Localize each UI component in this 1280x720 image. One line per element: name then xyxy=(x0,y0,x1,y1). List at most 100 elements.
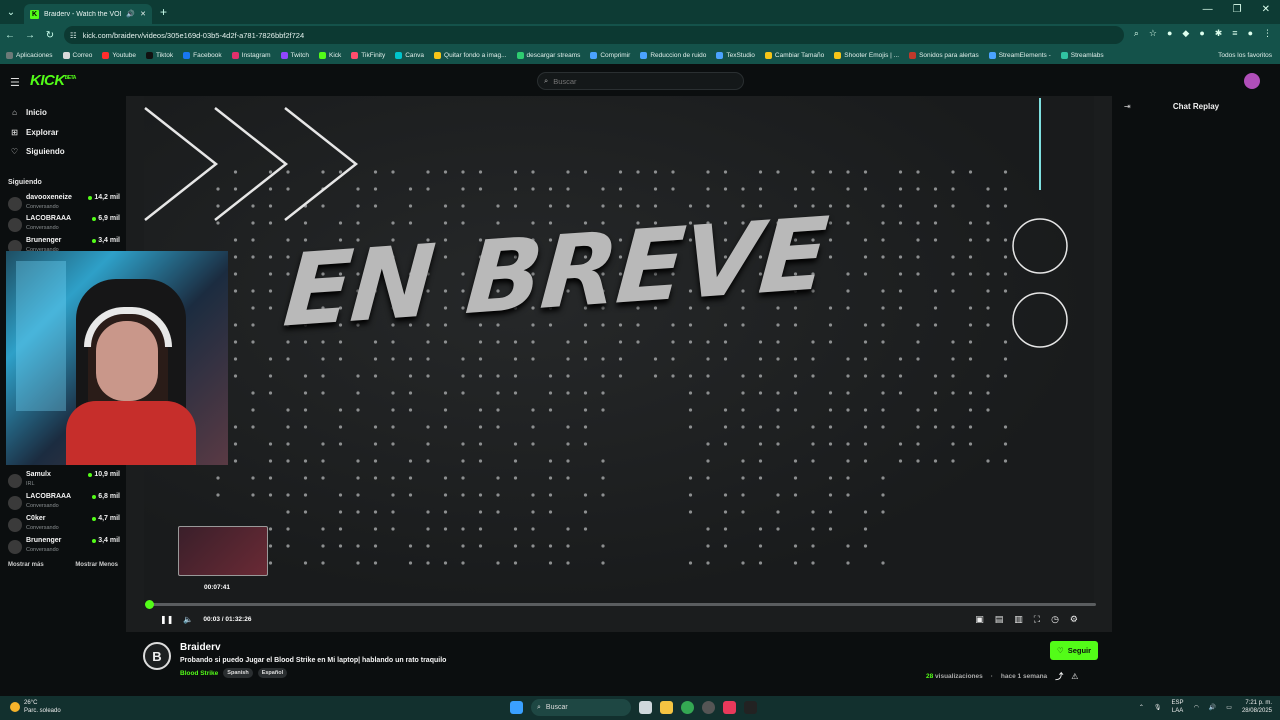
bookmark-item[interactable]: Aplicaciones xyxy=(6,51,53,59)
channel-item[interactable]: Brunenger Conversando 3,4 mil xyxy=(8,537,120,557)
all-bookmarks-folder[interactable]: Todos los favoritos xyxy=(1218,52,1272,59)
taskbar-search[interactable]: ⌕ Buscar xyxy=(531,699,631,716)
reload-icon[interactable]: ↻ xyxy=(40,30,60,41)
mic-icon[interactable]: 🎙 xyxy=(1154,704,1162,711)
pattern-dot xyxy=(268,255,273,259)
bookmark-item[interactable]: descargar streams xyxy=(516,51,580,59)
channel-item[interactable]: LACOBRAAA Conversando 6,8 mil xyxy=(8,493,120,513)
search-input[interactable] xyxy=(553,76,724,86)
playback-speed-icon[interactable]: ◷ xyxy=(1051,614,1059,625)
search-box[interactable]: ⌕ xyxy=(537,72,744,90)
show-less-link[interactable]: Mostrar Menos xyxy=(75,562,118,568)
bookmark-item[interactable]: Instagram xyxy=(231,51,271,59)
progress-bar[interactable] xyxy=(144,600,1096,609)
tray-chevron-icon[interactable]: ⌃ xyxy=(1139,704,1144,711)
bookmark-item[interactable]: Correo xyxy=(62,51,93,59)
extension-icon[interactable]: ◆ xyxy=(1182,28,1189,39)
bookmark-item[interactable]: Canva xyxy=(395,51,424,59)
bookmark-label: StreamElements - xyxy=(998,51,1051,59)
nav-inicio[interactable]: ⌂ Inicio xyxy=(10,108,47,117)
minimize-icon[interactable]: — xyxy=(1203,4,1213,15)
kick-logo[interactable]: KICKBETA xyxy=(30,72,76,89)
tag[interactable]: Español xyxy=(257,668,288,678)
show-more-link[interactable]: Mostrar más xyxy=(8,562,44,568)
url-field[interactable]: ☷ kick.com/braiderv/videos/305e169d-03b5… xyxy=(64,26,1124,44)
follow-button[interactable]: ♡ Seguir xyxy=(1050,641,1098,660)
zoom-icon[interactable]: ⌕ xyxy=(1134,28,1139,39)
channel-item[interactable]: LACOBRAAA Conversando 6,9 mil xyxy=(8,215,120,235)
forward-icon[interactable]: → xyxy=(20,30,40,41)
tab-search-icon[interactable]: ⌄ xyxy=(0,1,22,23)
bookmark-item[interactable]: Shooter Emojis | ... xyxy=(834,51,899,59)
bookmark-item[interactable]: Sonidos para alertas xyxy=(909,51,979,59)
progress-knob[interactable] xyxy=(144,600,154,609)
video-player[interactable]: EN BREVE 00:07:41 ❚❚ 🔈 00:03 / 01:32:26 … xyxy=(126,96,1112,632)
miniplayer-icon[interactable]: ▣ xyxy=(975,614,984,625)
clock[interactable]: 7:21 p. m. 28/08/2025 xyxy=(1242,699,1272,715)
bookmark-item[interactable]: Cambiar Tamaño xyxy=(764,51,824,59)
bookmark-item[interactable]: TikFinity xyxy=(351,51,385,59)
task-view-icon[interactable] xyxy=(639,701,652,714)
user-avatar[interactable] xyxy=(1244,73,1260,89)
chrome-icon[interactable] xyxy=(681,701,694,714)
bookmark-item[interactable]: Kick xyxy=(318,51,341,59)
extension-icon[interactable]: ● xyxy=(1199,28,1204,39)
media-icon[interactable]: ≡ xyxy=(1232,28,1237,39)
bookmark-star-icon[interactable]: ☆ xyxy=(1149,28,1157,39)
profile-icon[interactable]: ● xyxy=(1248,28,1253,39)
bookmark-label: Correo xyxy=(72,51,93,59)
obs-icon[interactable] xyxy=(744,701,757,714)
volume-icon[interactable]: 🔈 xyxy=(183,615,193,624)
report-icon[interactable]: ⚠ xyxy=(1071,672,1078,681)
channel-item[interactable]: C0ker Conversando 4,7 mil xyxy=(8,515,120,535)
extension-icon[interactable]: ● xyxy=(1167,28,1172,39)
channel-item[interactable]: Samulx IRL 10,9 mil xyxy=(8,471,120,491)
menu-kebab-icon[interactable]: ⋮ xyxy=(1263,28,1272,39)
settings-gear-icon[interactable]: ⚙ xyxy=(1070,614,1078,625)
close-window-icon[interactable]: ✕ xyxy=(1262,4,1270,15)
share-icon[interactable]: ⤴ xyxy=(1055,671,1063,682)
pattern-dot xyxy=(601,204,605,208)
back-icon[interactable]: ← xyxy=(0,30,20,41)
bookmark-item[interactable]: Comprimir xyxy=(590,51,630,59)
channel-avatar-large[interactable]: B xyxy=(143,642,171,670)
channel-name[interactable]: Braiderv xyxy=(180,642,221,653)
bookmark-item[interactable]: StreamElements - xyxy=(988,51,1051,59)
windows-start-icon[interactable] xyxy=(510,701,523,714)
category-link[interactable]: Blood Strike xyxy=(180,670,218,677)
bookmark-item[interactable]: Twitch xyxy=(280,51,309,59)
bookmark-item[interactable]: TexStudio xyxy=(716,51,755,59)
captions-icon[interactable]: ▥ xyxy=(1014,614,1023,625)
nav-explorar[interactable]: ⊞ Explorar xyxy=(10,128,58,137)
bookmark-item[interactable]: Youtube xyxy=(102,51,136,59)
weather-widget[interactable]: 26°C Parc. soleado xyxy=(10,699,61,715)
video-frame[interactable]: EN BREVE xyxy=(144,96,1094,604)
hamburger-menu-icon[interactable]: ☰ xyxy=(10,76,20,89)
battery-icon[interactable]: ▭ xyxy=(1226,704,1232,711)
speaker-icon[interactable]: 🔊 xyxy=(1209,704,1216,711)
theater-icon[interactable]: ▤ xyxy=(995,614,1004,625)
bookmark-item[interactable]: Tiktok xyxy=(146,51,173,59)
bookmark-item[interactable]: Streamlabs xyxy=(1060,51,1104,59)
wifi-icon[interactable]: ◠ xyxy=(1194,704,1199,711)
language-indicator[interactable]: ESP LAA xyxy=(1172,699,1184,715)
tab-close-icon[interactable]: ✕ xyxy=(140,10,146,18)
pattern-dot xyxy=(863,425,868,429)
tab-audio-icon[interactable]: 🔊 xyxy=(126,10,135,18)
bookmark-item[interactable]: Reduccion de ruido xyxy=(640,51,706,59)
new-tab-button[interactable]: + xyxy=(160,5,167,19)
app-icon[interactable] xyxy=(702,701,715,714)
nav-siguiendo[interactable]: ♡ Siguiendo xyxy=(10,147,65,156)
tiktok-icon[interactable] xyxy=(723,701,736,714)
extensions-puzzle-icon[interactable]: ✱ xyxy=(1215,28,1223,39)
site-info-icon[interactable]: ☷ xyxy=(70,31,77,40)
browser-tab[interactable]: K Braiderv - Watch the VOD o 🔊 ✕ xyxy=(24,4,152,24)
file-explorer-icon[interactable] xyxy=(660,701,673,714)
bookmark-item[interactable]: Facebook xyxy=(183,51,222,59)
bookmark-item[interactable]: Quitar fondo a imag... xyxy=(434,51,507,59)
tag[interactable]: Spanish xyxy=(223,668,253,678)
pause-icon[interactable]: ❚❚ xyxy=(160,615,173,624)
maximize-icon[interactable]: ❐ xyxy=(1233,4,1242,15)
channel-item[interactable]: davooxeneize Conversando 14,2 mil xyxy=(8,194,120,214)
fullscreen-icon[interactable]: ⛶ xyxy=(1034,614,1040,625)
